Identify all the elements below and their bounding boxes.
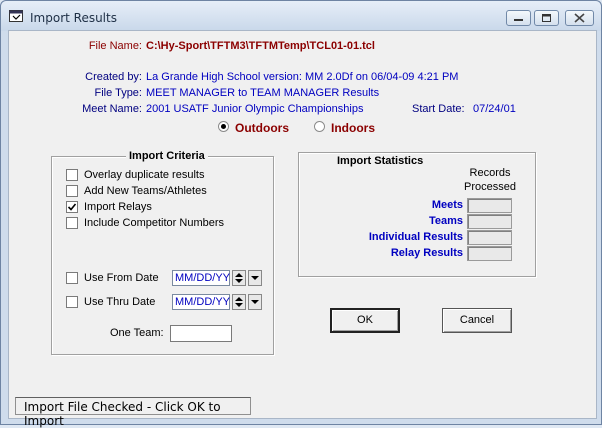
file-name-label: File Name:: [88, 40, 142, 52]
chevron-down-icon: [251, 276, 259, 280]
indoors-label[interactable]: Indoors: [331, 121, 375, 135]
start-date-label: Start Date:: [412, 103, 465, 115]
dialog-body: File Name: C:\Hy-Sport\TFTM3\TFTMTemp\TC…: [8, 30, 597, 419]
relay-results-count: [467, 246, 512, 261]
meets-count: [467, 198, 512, 213]
start-date-value: 07/24/01: [473, 103, 516, 115]
status-text: Import File Checked - Click OK to Import: [24, 400, 221, 428]
records-header: Records: [469, 167, 511, 179]
import-relays-label[interactable]: Import Relays: [84, 201, 152, 213]
import-statistics-title: Import Statistics: [337, 155, 424, 167]
created-by-value: La Grande High School version: MM 2.0Df …: [146, 71, 459, 83]
cancel-button[interactable]: Cancel: [442, 308, 512, 333]
file-name-value: C:\Hy-Sport\TFTM3\TFTMTemp\TCL01-01.tcl: [146, 40, 375, 52]
indoors-radio[interactable]: [314, 121, 325, 132]
thru-date-dropdown[interactable]: [248, 294, 262, 310]
file-type-value: MEET MANAGER to TEAM MANAGER Results: [146, 87, 380, 99]
thru-date-field[interactable]: MM/DD/YY: [172, 294, 230, 310]
import-results-window: Import Results File Name: C:\Hy-Sport\TF…: [0, 0, 602, 428]
close-icon: [574, 13, 585, 23]
meets-label: Meets: [431, 199, 463, 211]
from-date-spinner[interactable]: [232, 270, 246, 286]
maximize-button[interactable]: [534, 10, 559, 26]
meet-name-label: Meet Name:: [82, 103, 142, 115]
outdoors-radio[interactable]: [218, 121, 229, 132]
outdoors-label[interactable]: Outdoors: [235, 121, 289, 135]
minimize-button[interactable]: [506, 10, 531, 26]
ok-button[interactable]: OK: [330, 308, 400, 333]
from-date-dropdown[interactable]: [248, 270, 262, 286]
use-from-date-checkbox[interactable]: [66, 272, 78, 284]
one-team-label: One Team:: [110, 327, 164, 339]
individual-results-count: [467, 230, 512, 245]
use-from-date-label[interactable]: Use From Date: [84, 272, 159, 284]
import-relays-checkbox[interactable]: [66, 201, 78, 213]
radio-selected-dot: [221, 124, 226, 129]
teams-count: [467, 214, 512, 229]
add-new-teams-checkbox[interactable]: [66, 185, 78, 197]
minimize-icon: [514, 19, 523, 21]
maximize-icon: [542, 14, 551, 22]
close-button[interactable]: [565, 10, 594, 26]
file-type-label: File Type:: [94, 87, 143, 99]
use-thru-date-checkbox[interactable]: [66, 296, 78, 308]
checkmark-icon: [67, 203, 77, 211]
teams-label: Teams: [428, 215, 463, 227]
relay-results-label: Relay Results: [390, 247, 463, 259]
include-competitor-numbers-label[interactable]: Include Competitor Numbers: [84, 217, 224, 229]
window-title: Import Results: [30, 11, 117, 25]
overlay-duplicates-label[interactable]: Overlay duplicate results: [84, 169, 204, 181]
status-bar: Import File Checked - Click OK to Import: [15, 397, 251, 428]
use-thru-date-label[interactable]: Use Thru Date: [84, 296, 155, 308]
from-date-field[interactable]: MM/DD/YY: [172, 270, 230, 286]
individual-results-label: Individual Results: [368, 231, 463, 243]
thru-date-spinner[interactable]: [232, 294, 246, 310]
processed-header: Processed: [464, 181, 516, 193]
add-new-teams-label[interactable]: Add New Teams/Athletes: [84, 185, 207, 197]
spinner-arrows-icon: [235, 273, 243, 283]
one-team-input[interactable]: [170, 325, 232, 342]
title-bar[interactable]: Import Results: [1, 1, 601, 31]
created-by-label: Created by:: [85, 71, 142, 83]
spinner-arrows-icon: [235, 297, 243, 307]
include-competitor-numbers-checkbox[interactable]: [66, 217, 78, 229]
app-icon: [9, 10, 23, 22]
overlay-duplicates-checkbox[interactable]: [66, 169, 78, 181]
meet-name-value: 2001 USATF Junior Olympic Championships: [146, 103, 364, 115]
chevron-down-icon: [251, 300, 259, 304]
import-criteria-title: Import Criteria: [126, 150, 208, 162]
